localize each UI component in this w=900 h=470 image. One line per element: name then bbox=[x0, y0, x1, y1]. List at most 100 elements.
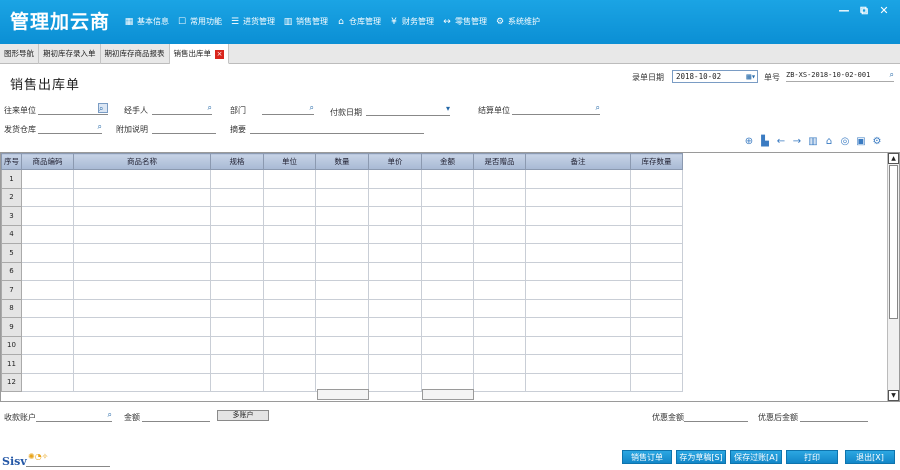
grid-cell[interactable] bbox=[210, 372, 264, 392]
scroll-up-icon[interactable]: ▲ bbox=[888, 153, 899, 164]
print-button[interactable]: 打印 bbox=[786, 450, 838, 464]
pay-date-field[interactable]: ▾ bbox=[366, 104, 450, 116]
grid-cell[interactable] bbox=[21, 224, 74, 244]
grid-cell[interactable] bbox=[263, 280, 316, 300]
grid-cell[interactable] bbox=[368, 335, 422, 355]
grid-cell[interactable] bbox=[73, 169, 211, 189]
close-icon[interactable]: ✕ bbox=[874, 4, 894, 18]
grid-cell[interactable] bbox=[421, 224, 474, 244]
grid-cell[interactable] bbox=[630, 187, 683, 207]
handler-field[interactable]: ⌕ bbox=[152, 103, 212, 115]
grid-cell[interactable] bbox=[315, 298, 369, 318]
grid-cell[interactable] bbox=[421, 169, 474, 189]
grid-cell[interactable] bbox=[368, 354, 422, 374]
grid-cell[interactable] bbox=[630, 372, 683, 392]
grid-cell[interactable] bbox=[421, 187, 474, 207]
grid-cell[interactable] bbox=[21, 169, 74, 189]
grid-cell[interactable] bbox=[73, 317, 211, 337]
grid-cell[interactable] bbox=[263, 261, 316, 281]
grid-cell[interactable] bbox=[473, 187, 526, 207]
vertical-scrollbar[interactable]: ▲ ▼ bbox=[887, 153, 899, 401]
grid-cell[interactable] bbox=[263, 298, 316, 318]
grid-cell[interactable] bbox=[630, 224, 683, 244]
warehouse-field[interactable]: ⌕ bbox=[38, 122, 102, 134]
grid-cell[interactable] bbox=[630, 243, 683, 263]
refresh-icon[interactable]: ◎ bbox=[838, 136, 852, 148]
menu-sales[interactable]: ▥ 销售管理 bbox=[283, 16, 328, 27]
menu-warehouse[interactable]: ⌂ 仓库管理 bbox=[336, 16, 381, 27]
grid-cell[interactable] bbox=[21, 187, 74, 207]
grid-cell[interactable] bbox=[421, 280, 474, 300]
column-header[interactable]: 单价 bbox=[368, 153, 422, 170]
column-header[interactable]: 单位 bbox=[263, 153, 316, 170]
grid-cell[interactable] bbox=[630, 261, 683, 281]
grid-cell[interactable] bbox=[73, 354, 211, 374]
grid-cell[interactable] bbox=[630, 206, 683, 226]
column-header[interactable]: 序号 bbox=[1, 153, 22, 170]
grid-cell[interactable] bbox=[421, 206, 474, 226]
grid-cell[interactable] bbox=[315, 354, 369, 374]
search-icon[interactable]: ⌕ bbox=[310, 103, 314, 113]
column-header[interactable]: 规格 bbox=[210, 153, 264, 170]
menu-common[interactable]: ☐ 常用功能 bbox=[177, 16, 222, 27]
arrow-right-icon[interactable]: → bbox=[790, 136, 804, 148]
grid-cell[interactable] bbox=[473, 280, 526, 300]
grid-cell[interactable] bbox=[73, 335, 211, 355]
doc-no-field[interactable]: ZB-XS-2018-10-02-001 ⌕ bbox=[786, 70, 894, 82]
grid-cell[interactable] bbox=[73, 224, 211, 244]
column-header[interactable]: 商品编码 bbox=[21, 153, 74, 170]
grid-cell[interactable] bbox=[210, 354, 264, 374]
grid-cell[interactable] bbox=[473, 335, 526, 355]
grid-cell[interactable] bbox=[263, 224, 316, 244]
home-icon[interactable]: ⌂ bbox=[822, 136, 836, 148]
multi-account-button[interactable]: 多账户 bbox=[217, 410, 269, 421]
grid-cell[interactable] bbox=[263, 354, 316, 374]
grid-cell[interactable] bbox=[21, 372, 74, 392]
grid-cell[interactable] bbox=[630, 317, 683, 337]
dept-field[interactable]: ⌕ bbox=[262, 103, 314, 115]
grid-cell[interactable] bbox=[421, 243, 474, 263]
grid-cell[interactable] bbox=[473, 354, 526, 374]
grid-cell[interactable] bbox=[525, 169, 631, 189]
grid-cell[interactable] bbox=[210, 261, 264, 281]
grid-cell[interactable] bbox=[21, 335, 74, 355]
grid-cell[interactable] bbox=[21, 261, 74, 281]
minimize-icon[interactable]: — bbox=[834, 4, 854, 18]
grid-cell[interactable] bbox=[315, 261, 369, 281]
grid-cell[interactable] bbox=[630, 354, 683, 374]
grid-cell[interactable] bbox=[210, 280, 264, 300]
insert-row-icon[interactable]: ▙ bbox=[758, 136, 772, 148]
column-header[interactable]: 库存数量 bbox=[630, 153, 683, 170]
grid-cell[interactable] bbox=[21, 243, 74, 263]
grid-cell[interactable] bbox=[525, 224, 631, 244]
grid-cell[interactable] bbox=[73, 261, 211, 281]
grid-cell[interactable] bbox=[368, 224, 422, 244]
grid-cell[interactable] bbox=[315, 280, 369, 300]
grid-cell[interactable] bbox=[263, 206, 316, 226]
sales-order-button[interactable]: 销售订单 bbox=[622, 450, 672, 464]
grid-cell[interactable] bbox=[315, 169, 369, 189]
grid-cell[interactable] bbox=[630, 169, 683, 189]
grid-cell[interactable] bbox=[473, 261, 526, 281]
grid-cell[interactable] bbox=[525, 261, 631, 281]
grid-cell[interactable] bbox=[263, 169, 316, 189]
save-draft-button[interactable]: 存为草稿[S] bbox=[676, 450, 726, 464]
grid-cell[interactable] bbox=[315, 224, 369, 244]
menu-retail[interactable]: ↔ 零售管理 bbox=[442, 16, 487, 27]
discount-field[interactable] bbox=[684, 410, 748, 422]
grid-cell[interactable] bbox=[263, 335, 316, 355]
grid-cell[interactable] bbox=[525, 317, 631, 337]
save-post-button[interactable]: 保存过账[A] bbox=[730, 450, 782, 464]
grid-cell[interactable] bbox=[263, 187, 316, 207]
grid-cell[interactable] bbox=[73, 187, 211, 207]
grid-cell[interactable] bbox=[421, 335, 474, 355]
grid-cell[interactable] bbox=[525, 280, 631, 300]
scroll-down-icon[interactable]: ▼ bbox=[888, 390, 899, 401]
grid-cell[interactable] bbox=[525, 372, 631, 392]
grid-cell[interactable] bbox=[368, 280, 422, 300]
close-tab-icon[interactable]: × bbox=[215, 49, 224, 59]
scroll-thumb[interactable] bbox=[889, 165, 898, 319]
grid-cell[interactable] bbox=[525, 335, 631, 355]
menu-system[interactable]: ⚙ 系统维护 bbox=[495, 16, 540, 27]
grid-cell[interactable] bbox=[421, 298, 474, 318]
